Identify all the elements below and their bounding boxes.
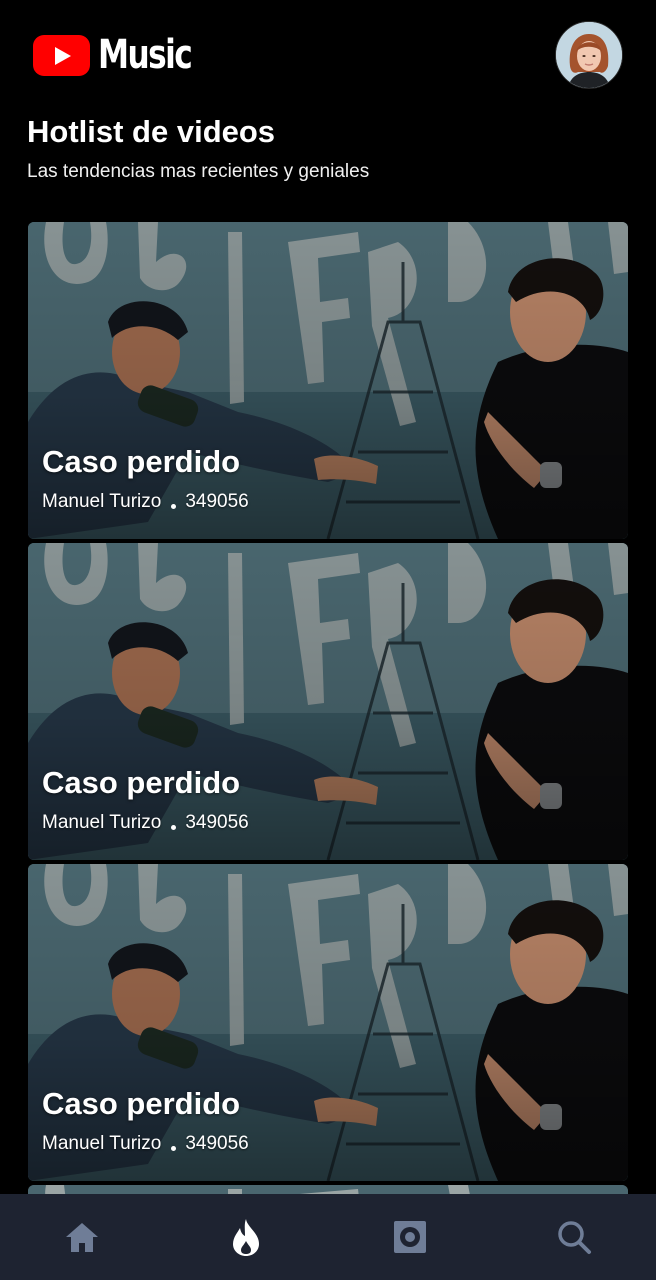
avatar-portrait [556,22,622,88]
video-card[interactable]: Caso perdido Manuel Turizo 349056 [28,222,628,539]
nav-search[interactable] [492,1194,656,1280]
video-meta: Manuel Turizo 349056 [42,811,249,835]
youtube-music-logo[interactable]: Music [33,33,218,77]
library-icon [394,1221,426,1253]
nav-hotlist[interactable] [164,1194,328,1280]
user-avatar[interactable] [555,21,623,89]
page-subtitle: Las tendencias mas recientes y geniales [27,161,370,182]
nav-home[interactable] [0,1194,164,1280]
top-header: Music [0,0,656,110]
flame-icon [233,1219,259,1256]
separator-dot [171,1145,177,1151]
app-screen: Music Hotlist de videos Las tendencias m… [0,0,656,1280]
video-views: 349056 [185,812,249,833]
video-artist: Manuel Turizo [42,491,162,512]
youtube-play-icon [33,34,90,76]
video-views: 349056 [185,1133,249,1154]
search-icon [558,1221,591,1254]
video-card[interactable]: Caso perdido Manuel Turizo 349056 [28,543,628,860]
bottom-navigation [0,1194,656,1280]
video-views: 349056 [185,491,249,512]
video-card[interactable]: Caso perdido Manuel Turizo 349056 [28,864,628,1181]
separator-dot [171,503,177,509]
video-title: Caso perdido [42,765,241,800]
video-title: Caso perdido [42,444,241,479]
video-artist: Manuel Turizo [42,1133,162,1154]
video-artist: Manuel Turizo [42,812,162,833]
page-title: Hotlist de videos [27,114,276,149]
separator-dot [171,824,177,830]
video-meta: Manuel Turizo 349056 [42,490,249,514]
home-icon [66,1223,98,1252]
video-list: Caso perdido Manuel Turizo 349056 Caso p… [28,222,628,1225]
nav-library[interactable] [328,1194,492,1280]
video-meta: Manuel Turizo 349056 [42,1132,249,1156]
logo-text: Music [98,32,193,78]
video-title: Caso perdido [42,1086,241,1121]
